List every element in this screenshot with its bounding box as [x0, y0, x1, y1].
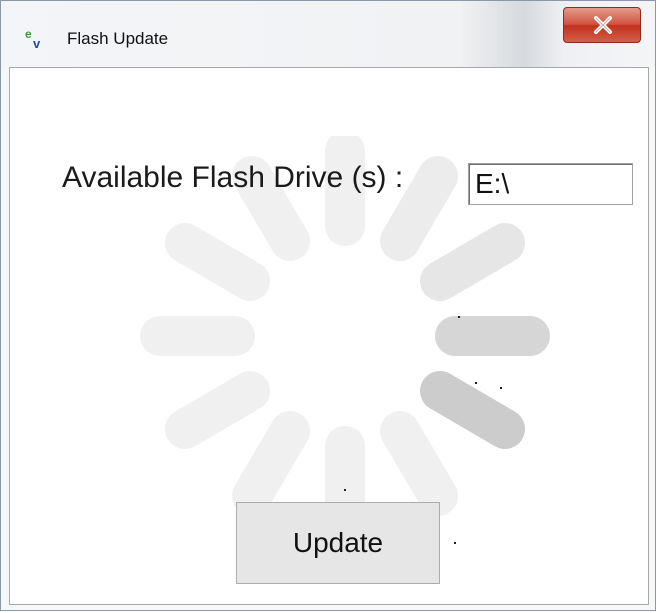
dialog-content: Available Flash Drive (s) : Update [9, 67, 649, 605]
available-drive-label: Available Flash Drive (s) : [62, 161, 404, 194]
artifact-dot [458, 316, 460, 318]
drive-field[interactable] [468, 163, 633, 205]
artifact-dot [475, 382, 477, 384]
app-icon: e v [25, 27, 47, 51]
update-button[interactable]: Update [236, 502, 440, 584]
window-title: Flash Update [67, 29, 169, 48]
title-bar[interactable]: e v Flash Update [1, 1, 655, 67]
close-button[interactable] [563, 7, 641, 43]
flash-update-window: e v Flash Update Available Flash Drive (… [0, 0, 656, 611]
close-icon [594, 16, 612, 34]
artifact-dot [500, 387, 502, 389]
svg-text:v: v [33, 36, 41, 49]
artifact-dot [344, 489, 346, 491]
artifact-dot [454, 542, 456, 544]
svg-text:e: e [25, 27, 32, 41]
